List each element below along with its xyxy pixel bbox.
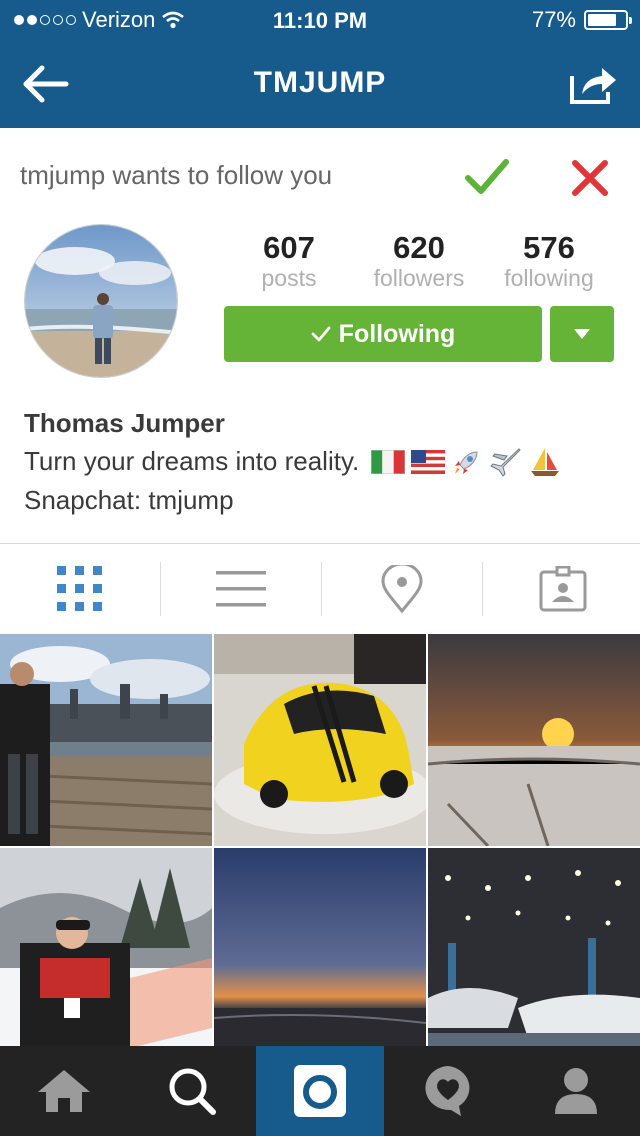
tab-list[interactable] bbox=[161, 544, 321, 634]
posts-count: 607 bbox=[263, 230, 315, 265]
photo-thumbnail[interactable] bbox=[214, 634, 426, 846]
check-icon bbox=[311, 326, 331, 342]
tab-activity[interactable] bbox=[384, 1046, 512, 1136]
share-icon[interactable] bbox=[568, 62, 618, 106]
posts-label: posts bbox=[261, 265, 317, 291]
tab-tagged[interactable] bbox=[483, 544, 640, 634]
status-bar: Verizon 11:10 PM 77% bbox=[0, 0, 640, 40]
suggestions-dropdown-button[interactable] bbox=[550, 306, 614, 362]
caret-down-icon bbox=[574, 329, 590, 339]
battery-icon bbox=[584, 10, 632, 30]
following-button-label: Following bbox=[338, 319, 456, 348]
nav-bar: TMJUMP bbox=[0, 40, 640, 128]
followers-label: followers bbox=[373, 265, 465, 291]
following-button[interactable]: Following bbox=[224, 306, 542, 362]
us-flag-emoji bbox=[411, 449, 446, 474]
tab-profile[interactable] bbox=[512, 1046, 640, 1136]
avatar[interactable] bbox=[24, 224, 178, 378]
activity-heart-icon bbox=[425, 1066, 470, 1116]
photo-thumbnail[interactable] bbox=[0, 848, 212, 1060]
tab-grid[interactable] bbox=[0, 544, 160, 634]
grid-icon bbox=[57, 566, 102, 611]
following-label: following bbox=[504, 265, 594, 291]
tab-search[interactable] bbox=[128, 1046, 256, 1136]
follow-request-text: tmjump wants to follow you bbox=[20, 160, 333, 190]
tab-location[interactable] bbox=[322, 544, 482, 634]
photo-thumbnail[interactable] bbox=[428, 848, 640, 1060]
tagged-photos-icon bbox=[539, 566, 587, 612]
decline-x-icon[interactable] bbox=[570, 158, 610, 198]
tab-camera[interactable] bbox=[256, 1046, 384, 1136]
rocket-emoji bbox=[455, 450, 478, 474]
accept-check-icon[interactable] bbox=[464, 156, 510, 198]
photo-thumbnail[interactable] bbox=[0, 634, 212, 846]
bio-line: Turn your dreams into reality. bbox=[24, 442, 561, 481]
profile-bio: Thomas Jumper Turn your dreams into real… bbox=[24, 404, 561, 520]
followers-stat[interactable]: 620 followers bbox=[354, 232, 484, 292]
photo-grid bbox=[0, 634, 640, 1060]
italy-flag-emoji bbox=[371, 449, 406, 474]
tab-home[interactable] bbox=[0, 1046, 128, 1136]
battery-percent: 77% bbox=[531, 7, 576, 32]
bio-text: Turn your dreams into reality. bbox=[24, 446, 360, 476]
sailboat-emoji bbox=[531, 447, 560, 476]
page-title: TMJUMP bbox=[253, 66, 387, 99]
search-icon bbox=[169, 1068, 216, 1115]
photo-thumbnail[interactable] bbox=[428, 634, 640, 846]
followers-count: 620 bbox=[393, 230, 445, 265]
top-bar: Verizon 11:10 PM 77% TMJUMP bbox=[0, 0, 640, 128]
camera-icon bbox=[294, 1065, 346, 1117]
profile-icon bbox=[555, 1068, 597, 1114]
posts-stat[interactable]: 607 posts bbox=[224, 232, 354, 292]
profile-name: Thomas Jumper bbox=[24, 408, 225, 438]
location-pin-icon bbox=[381, 565, 423, 613]
list-icon bbox=[216, 571, 266, 607]
following-stat[interactable]: 576 following bbox=[484, 232, 614, 292]
profile-view-tabs bbox=[0, 544, 640, 634]
home-icon bbox=[38, 1070, 90, 1112]
battery-indicator: 77% bbox=[531, 7, 632, 33]
photo-thumbnail[interactable] bbox=[214, 848, 426, 1060]
airplane-emoji bbox=[490, 447, 521, 477]
following-count: 576 bbox=[523, 230, 575, 265]
snapchat-line: Snapchat: tmjump bbox=[24, 485, 234, 515]
bottom-tab-bar bbox=[0, 1046, 640, 1136]
